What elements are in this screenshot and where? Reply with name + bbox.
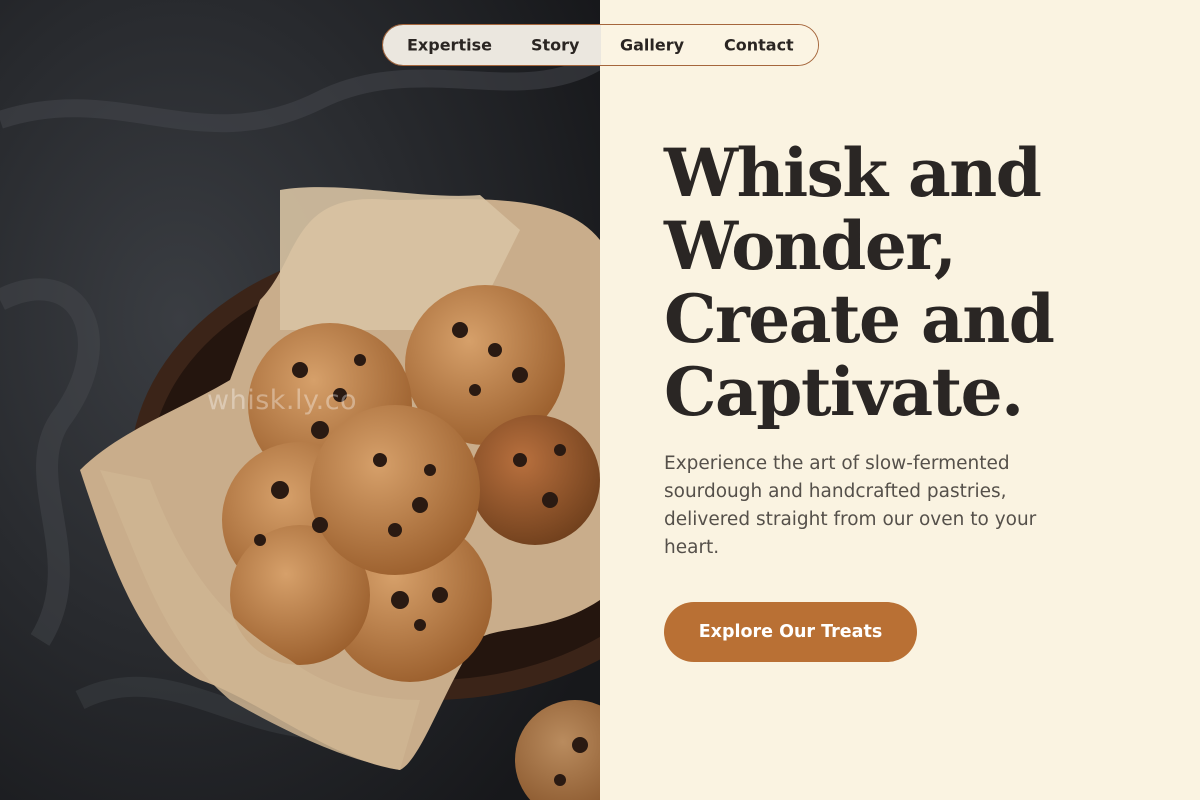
nav-item-story[interactable]: Story — [531, 36, 579, 55]
explore-treats-button[interactable]: Explore Our Treats — [664, 602, 917, 662]
hero-title-line: Create and — [664, 280, 1055, 358]
hero-title-line: Captivate. — [664, 353, 1024, 431]
hero-title: Whisk and Wonder, Create and Captivate. — [664, 137, 1184, 429]
hero-title-line: Wonder, — [664, 207, 957, 285]
hero-image: whisk.ly.co — [0, 0, 600, 800]
hero-content: Whisk and Wonder, Create and Captivate. … — [600, 0, 1200, 800]
hero-subtitle: Experience the art of slow-fermented sou… — [664, 453, 1037, 558]
nav-item-expertise[interactable]: Expertise — [407, 36, 492, 55]
image-watermark: whisk.ly.co — [207, 385, 358, 416]
hero-title-line: Whisk and — [664, 134, 1042, 212]
